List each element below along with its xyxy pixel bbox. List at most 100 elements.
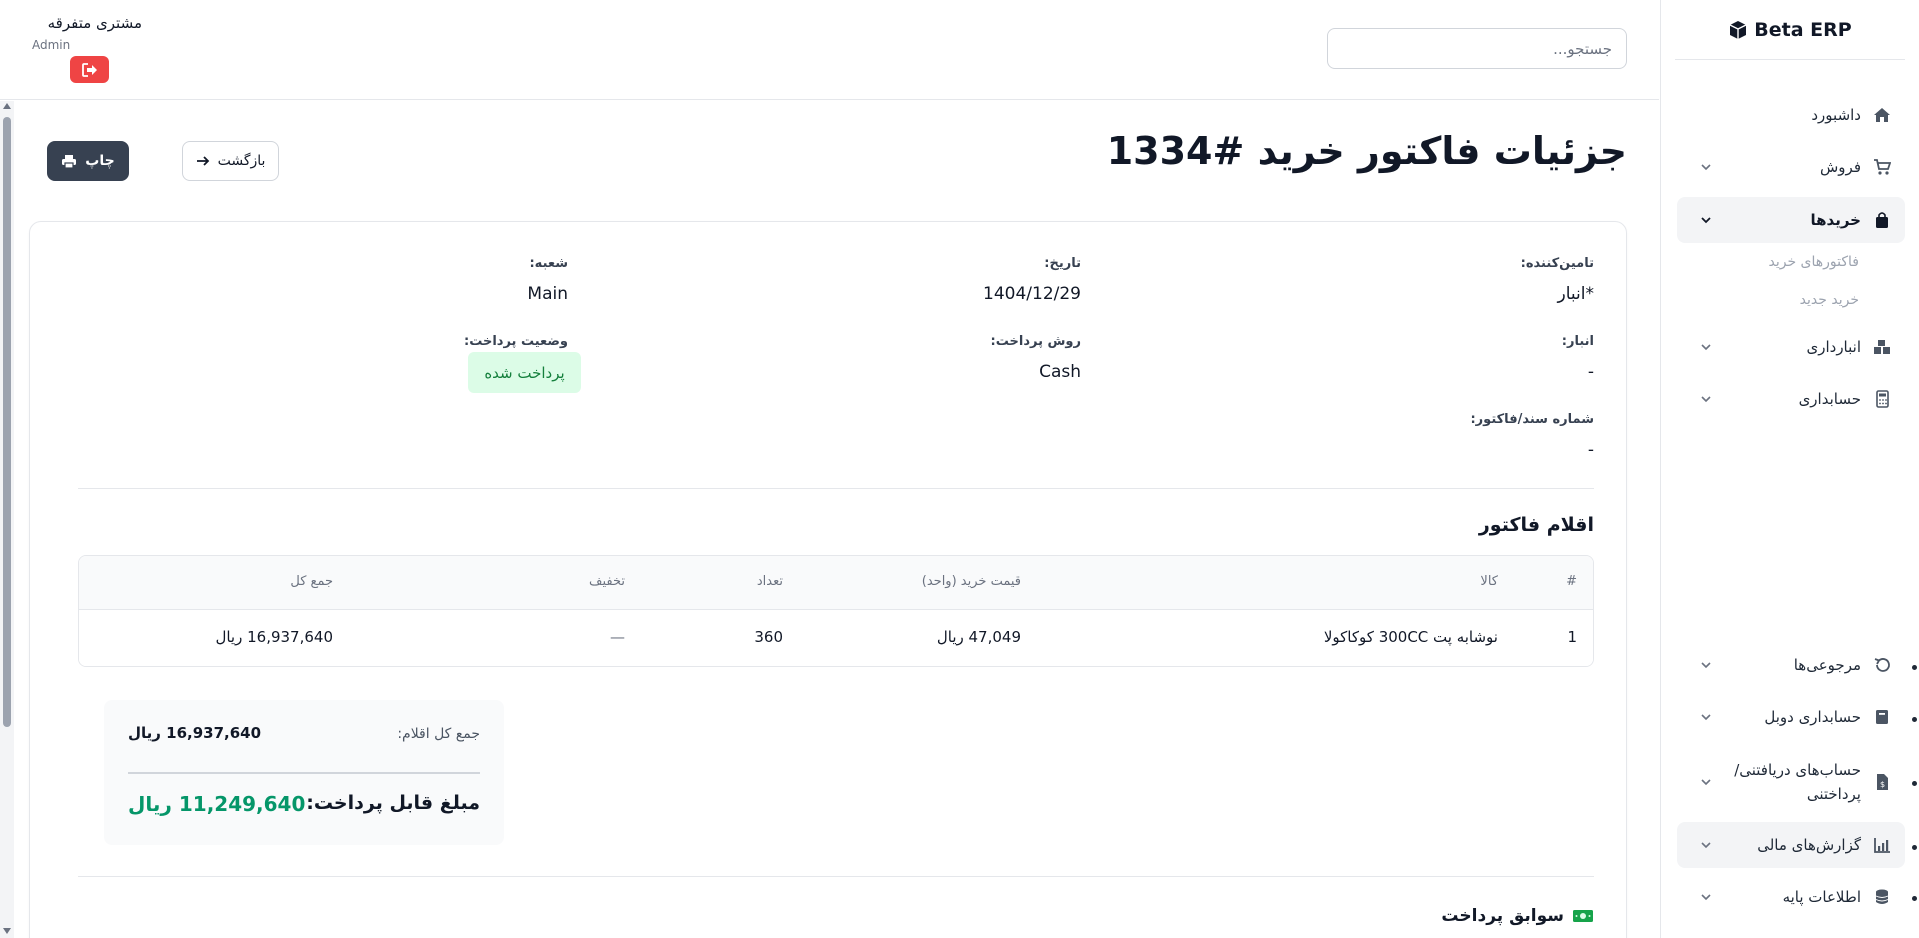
sidebar-subitem-new-purchase[interactable]: خرید جدید	[1800, 292, 1859, 308]
cell-product: نوشابه پت 300CC کوکاکولا	[1323, 628, 1498, 646]
bullet-dot	[1912, 896, 1917, 901]
items-total-value: 16,937,640 ریال	[128, 724, 262, 742]
logout-button[interactable]	[70, 56, 109, 83]
bullet-dot	[1912, 717, 1917, 722]
payment-method-value: Cash	[1039, 362, 1081, 382]
invoice-card: تامین‌کننده: *انبار تاریخ: 1404/12/29 شع…	[29, 221, 1627, 938]
undo-icon	[1873, 656, 1891, 674]
payment-history-label: سوابق پرداخت	[1441, 906, 1564, 926]
date-label: تاریخ:	[1044, 256, 1081, 271]
user-role: Admin	[32, 38, 71, 52]
divider	[78, 876, 1594, 877]
cell-index: 1	[1567, 628, 1577, 646]
doc-number-label: شماره سند/فاکتور:	[1470, 412, 1594, 427]
scroll-thumb[interactable]	[3, 117, 11, 727]
col-header-unit-price: قیمت خرید (واحد)	[921, 574, 1021, 589]
chevron-down-icon	[1701, 344, 1711, 351]
cube-icon	[1729, 20, 1747, 39]
printer-icon	[62, 154, 77, 169]
chevron-down-icon	[1701, 396, 1711, 403]
back-button[interactable]: بازگشت	[182, 141, 279, 181]
sidebar-item-label: مرجوعی‌ها	[1793, 656, 1861, 674]
cell-discount: —	[610, 628, 625, 646]
sidebar-subitem-purchase-invoices[interactable]: فاکتورهای خرید	[1768, 254, 1859, 270]
arrow-right-icon	[196, 156, 209, 166]
chart-icon	[1873, 836, 1891, 854]
main-content: جزئیات فاکتور خرید #1334 بازگشت چاپ تامی…	[14, 101, 1659, 938]
user-info: مشتری متفرقه Admin	[32, 14, 142, 52]
totals-summary: جمع کل اقلام: 16,937,640 ریال مبلغ قابل …	[104, 700, 504, 845]
sidebar-item-label: حساب‌های دریافتنی/ پرداختنی	[1734, 761, 1861, 803]
brand-name: Beta ERP	[1754, 18, 1852, 41]
warehouse-label: انبار:	[1561, 334, 1594, 349]
print-button[interactable]: چاپ	[47, 141, 129, 181]
sidebar-item-accounting[interactable]: حسابداری	[1677, 376, 1905, 422]
sidebar-item-dashboard[interactable]: داشبورد	[1677, 92, 1905, 138]
table-header: # کالا قیمت خرید (واحد) تعداد تخفیف جمع …	[79, 556, 1593, 610]
chevron-down-icon	[1701, 164, 1711, 171]
payable-label: مبلغ قابل پرداخت:	[306, 792, 480, 814]
divider	[78, 488, 1594, 489]
cart-icon	[1873, 158, 1891, 176]
payment-method-label: روش پرداخت:	[990, 334, 1081, 349]
sidebar-item-label: خریدها	[1810, 211, 1861, 229]
sidebar-item-label: داشبورد	[1811, 106, 1861, 124]
chevron-down-icon	[1701, 779, 1711, 786]
date-value: 1404/12/29	[983, 284, 1081, 304]
sidebar-item-inventory[interactable]: انبارداری	[1677, 324, 1905, 370]
sidebar-item-receivables-payables[interactable]: $ حساب‌های دریافتنی/ پرداختنی	[1677, 754, 1905, 810]
search-input[interactable]	[1327, 28, 1627, 69]
sidebar-item-double-entry[interactable]: حسابداری دوبل	[1677, 694, 1905, 740]
logout-icon	[81, 62, 97, 77]
table-row[interactable]: 1 نوشابه پت 300CC کوکاکولا 47,049 ریال 3…	[79, 610, 1593, 666]
payment-history-title: سوابق پرداخت	[1441, 906, 1594, 926]
cell-total: 16,937,640 ریال	[215, 628, 333, 646]
col-header-quantity: تعداد	[756, 574, 783, 589]
items-section-title: اقلام فاکتور	[1478, 514, 1594, 536]
svg-text:$: $	[1880, 780, 1885, 789]
print-button-label: چاپ	[85, 153, 115, 169]
sidebar-item-label: حسابداری دوبل	[1764, 708, 1861, 726]
cell-unit-price: 47,049 ریال	[936, 628, 1021, 646]
shopping-bag-icon	[1873, 211, 1891, 229]
summary-divider	[128, 772, 480, 774]
col-header-total: جمع کل	[290, 574, 333, 589]
book-icon	[1873, 708, 1891, 726]
topbar: مشتری متفرقه Admin	[0, 0, 1659, 100]
chevron-down-icon	[1701, 894, 1711, 901]
database-icon	[1873, 888, 1891, 906]
supplier-value: *انبار	[1557, 284, 1594, 304]
money-bill-icon	[1573, 910, 1593, 922]
home-icon	[1873, 106, 1891, 124]
warehouse-value: -	[1587, 362, 1594, 382]
warehouse-icon	[1873, 338, 1891, 356]
page-scrollbar[interactable]	[0, 101, 14, 938]
col-header-product: کالا	[1480, 574, 1498, 589]
payment-status-label: وضعیت پرداخت:	[464, 334, 568, 349]
bullet-dot	[1912, 845, 1917, 850]
scroll-down-arrow[interactable]	[3, 928, 11, 934]
chevron-down-icon	[1701, 842, 1711, 849]
sidebar-item-label: حسابداری	[1798, 390, 1861, 408]
branch-label: شعبه:	[529, 256, 568, 271]
sidebar-item-financial-reports[interactable]: گزارش‌های مالی	[1677, 822, 1905, 868]
sidebar: Beta ERP داشبورد فروش خریدها فاکتورهای خ…	[1660, 0, 1919, 938]
supplier-label: تامین‌کننده:	[1520, 256, 1594, 271]
bullet-dot	[1912, 665, 1917, 670]
sidebar-item-returns[interactable]: مرجوعی‌ها	[1677, 642, 1905, 688]
col-header-discount: تخفیف	[589, 574, 625, 589]
user-name: مشتری متفرقه	[47, 14, 142, 32]
sidebar-item-base-data[interactable]: اطلاعات پایه	[1677, 874, 1905, 920]
chevron-down-icon	[1701, 662, 1711, 669]
back-button-label: بازگشت	[217, 153, 266, 169]
sidebar-item-label: فروش	[1819, 158, 1861, 176]
payable-value: 11,249,640 ریال	[128, 792, 306, 816]
items-table: # کالا قیمت خرید (واحد) تعداد تخفیف جمع …	[78, 555, 1594, 667]
scroll-up-arrow[interactable]	[3, 103, 11, 109]
sidebar-item-purchases[interactable]: خریدها	[1677, 197, 1905, 243]
chevron-down-icon	[1701, 217, 1711, 224]
sidebar-item-sales[interactable]: فروش	[1677, 144, 1905, 190]
brand[interactable]: Beta ERP	[1675, 0, 1905, 60]
branch-value: Main	[527, 284, 568, 304]
sidebar-item-label: اطلاعات پایه	[1782, 888, 1861, 906]
